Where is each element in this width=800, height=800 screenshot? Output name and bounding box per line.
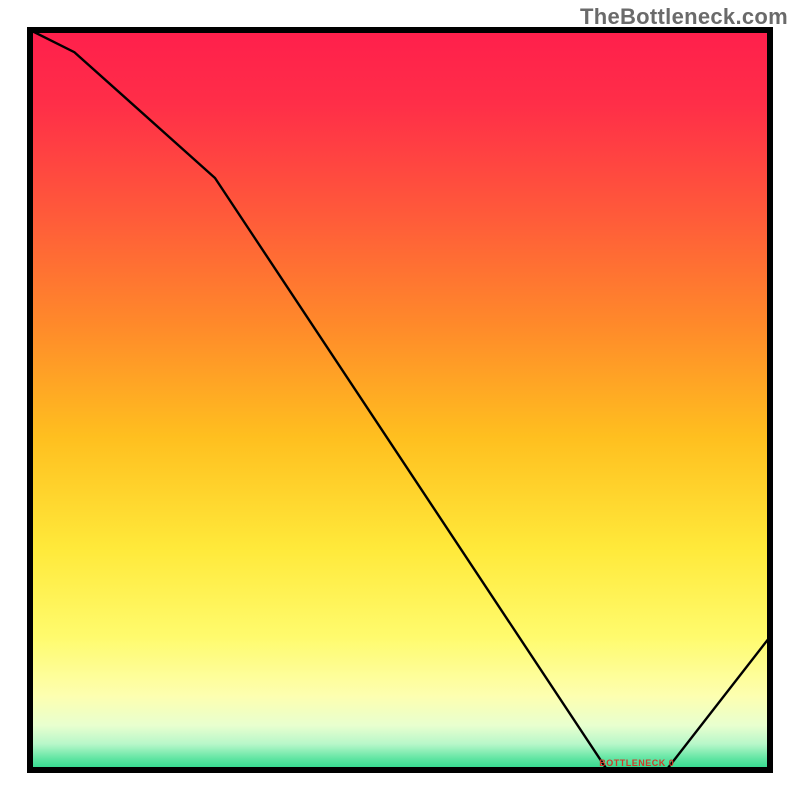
chart-svg: BOTTLENECK 0	[0, 0, 800, 800]
watermark-label: TheBottleneck.com	[580, 4, 788, 30]
chart-root: TheBottleneck.com BOTTLENECK 0	[0, 0, 800, 800]
bottleneck-marker-label: BOTTLENECK 0	[599, 758, 674, 768]
gradient-background	[30, 30, 770, 770]
